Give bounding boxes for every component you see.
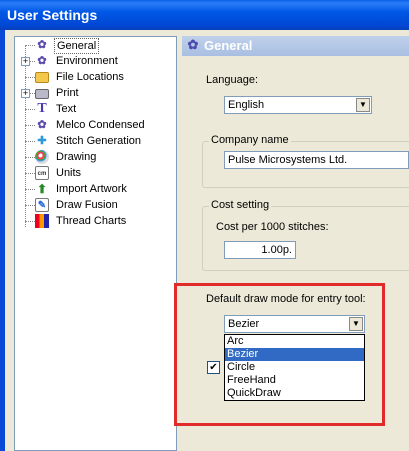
gear-icon: ✿	[37, 39, 47, 51]
draw-mode-select[interactable]: Bezier ▼	[224, 315, 365, 333]
tree-item-general[interactable]: ✿ General	[15, 37, 175, 54]
gear-icon: ✿	[187, 37, 199, 52]
tree-item-draw-fusion[interactable]: ✎ Draw Fusion	[15, 197, 175, 213]
company-name-field[interactable]: Pulse Microsystems Ltd.	[224, 151, 409, 169]
option-checkbox[interactable]: ✔	[207, 361, 220, 374]
tree-item-label: Stitch Generation	[56, 135, 141, 147]
printer-icon	[35, 89, 49, 99]
tree-item-units[interactable]: cm Units	[15, 165, 175, 181]
dropdown-option-freehand[interactable]: FreeHand	[225, 374, 364, 387]
tree-item-drawing[interactable]: Drawing	[15, 149, 175, 165]
units-icon: cm	[35, 166, 49, 180]
tree-item-import-artwork[interactable]: ⬆ Import Artwork	[15, 181, 175, 197]
tree-item-label: Import Artwork	[56, 183, 127, 195]
tree-item-file-locations[interactable]: File Locations	[15, 69, 175, 85]
draw-mode-value: Bezier	[228, 318, 260, 330]
tree-item-label: Melco Condensed	[56, 119, 145, 131]
window-title: User Settings	[7, 7, 98, 23]
tree-item-text[interactable]: T Text	[15, 101, 175, 117]
cost-label: Cost per 1000 stitches:	[216, 221, 329, 233]
dropdown-option-bezier[interactable]: Bezier	[225, 348, 364, 361]
tree-item-label: Drawing	[56, 151, 97, 163]
chevron-down-icon[interactable]: ▼	[356, 98, 370, 112]
tree-item-thread-charts[interactable]: Thread Charts	[15, 213, 175, 229]
import-icon: ⬆	[36, 182, 48, 196]
draw-mode-dropdown-list[interactable]: Arc Bezier Circle FreeHand QuickDraw	[224, 334, 365, 401]
dropdown-option-quickdraw[interactable]: QuickDraw	[225, 387, 364, 400]
chevron-down-icon[interactable]: ▼	[349, 317, 363, 331]
folder-icon	[35, 72, 49, 83]
tree-item-label: Print	[56, 87, 79, 99]
cost-group-title: Cost setting	[209, 199, 272, 211]
dropdown-option-arc[interactable]: Arc	[225, 335, 364, 348]
language-label: Language:	[206, 74, 258, 86]
tree-item-label: Units	[56, 167, 82, 179]
text-icon: T	[37, 101, 47, 116]
tree-item-label: General	[54, 38, 100, 54]
draw-fusion-icon: ✎	[35, 198, 49, 212]
expand-icon[interactable]: +	[21, 57, 30, 66]
dropdown-option-circle[interactable]: Circle	[225, 361, 364, 374]
expand-icon[interactable]: +	[21, 89, 30, 98]
company-group-title: Company name	[209, 134, 291, 146]
settings-tree[interactable]: ✿ General + ✿ Environment File Locations…	[14, 36, 177, 451]
general-panel: ✿ General Language: English ▼ Company na…	[174, 36, 409, 451]
stitch-icon: ✚	[37, 135, 47, 147]
tree-item-label: Text	[56, 103, 77, 115]
thread-chart-icon	[35, 214, 49, 228]
cost-group: Cost setting	[202, 199, 409, 271]
tree-item-print[interactable]: + Print	[15, 85, 175, 101]
tree-item-label: File Locations	[56, 71, 124, 83]
gear-icon: ✿	[37, 55, 47, 67]
tree-item-stitch-generation[interactable]: ✚ Stitch Generation	[15, 133, 175, 149]
language-value: English	[228, 99, 265, 111]
tree-item-melco-condensed[interactable]: ✿ Melco Condensed	[15, 117, 175, 133]
draw-mode-label: Default draw mode for entry tool:	[206, 293, 366, 305]
panel-header: ✿ General	[182, 36, 409, 56]
tree-item-label: Draw Fusion	[56, 199, 118, 211]
palette-icon	[35, 150, 49, 164]
language-select[interactable]: English ▼	[224, 96, 372, 114]
tree-item-label: Environment	[56, 55, 118, 67]
window-left-border	[0, 30, 5, 451]
window-title-bar: User Settings	[0, 0, 409, 30]
cost-per-1000-field[interactable]: 1.00p.	[224, 241, 296, 259]
gear-icon: ✿	[37, 119, 47, 131]
panel-title: General	[204, 38, 253, 53]
tree-item-environment[interactable]: + ✿ Environment	[15, 53, 175, 69]
tree-item-label: Thread Charts	[56, 215, 127, 227]
